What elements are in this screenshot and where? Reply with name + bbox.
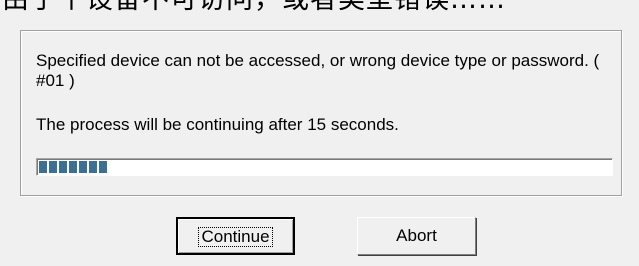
progress-block bbox=[69, 161, 77, 173]
abort-button-label: Abort bbox=[396, 226, 437, 245]
progress-block bbox=[39, 161, 47, 173]
progress-block bbox=[89, 161, 97, 173]
top-text-strip: 由于个设备不可访问，或者类型错误…… bbox=[0, 0, 639, 20]
progress-bar bbox=[36, 158, 613, 176]
continue-button-label: Continue bbox=[198, 227, 273, 247]
progress-bar-fill bbox=[39, 161, 123, 173]
progress-block bbox=[49, 161, 57, 173]
top-strip-text: 由于个设备不可访问，或者类型错误…… bbox=[2, 0, 506, 15]
countdown-message: The process will be continuing after 15 … bbox=[36, 115, 399, 134]
message-group-box: Specified device can not be accessed, or… bbox=[20, 30, 622, 196]
error-message: Specified device can not be accessed, or… bbox=[36, 51, 600, 90]
progress-block bbox=[59, 161, 67, 173]
progress-block bbox=[99, 161, 107, 173]
abort-button[interactable]: Abort bbox=[357, 217, 476, 255]
progress-block bbox=[79, 161, 87, 173]
continue-button[interactable]: Continue bbox=[176, 217, 295, 255]
